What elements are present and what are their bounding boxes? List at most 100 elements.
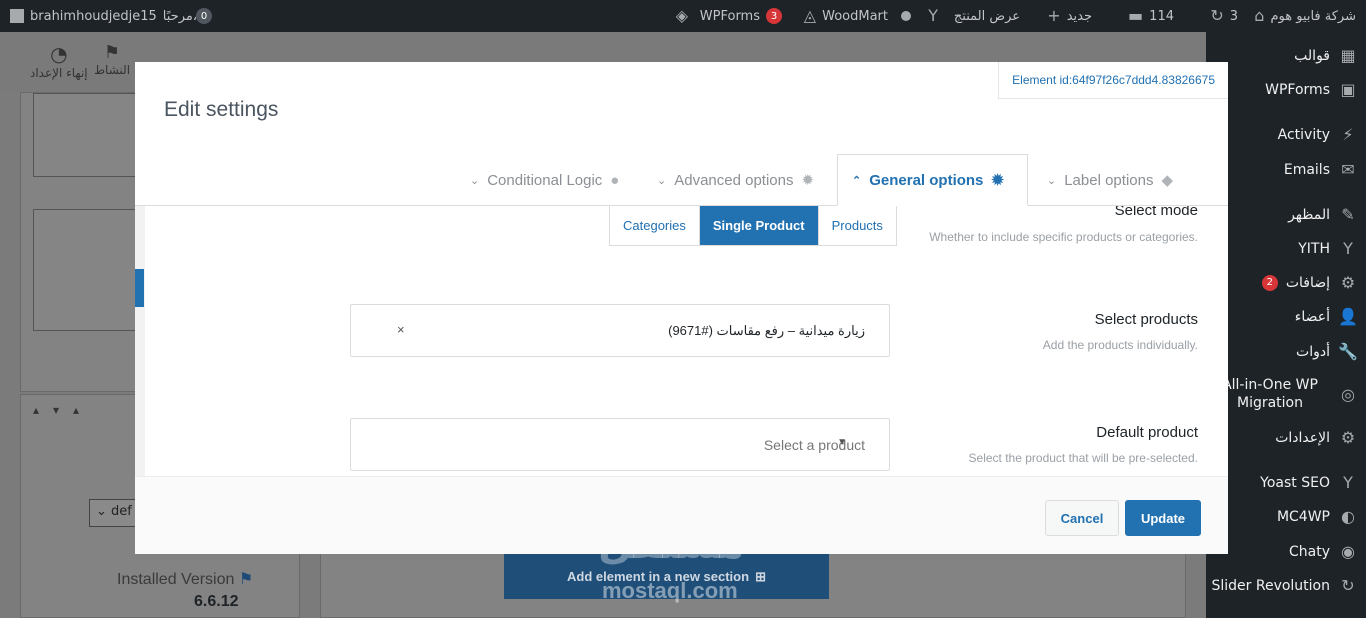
- sidebar-item-2[interactable]: ⚡ Activity: [1206, 125, 1366, 144]
- default-product-placeholder: Select a product: [763, 437, 865, 453]
- yoast-adminbar[interactable]: Y: [928, 0, 938, 32]
- sidebar-item-label: Yoast SEO: [1260, 474, 1330, 491]
- sidebar-item-label: أدوات: [1296, 343, 1330, 360]
- flag-icon: ⚑: [103, 42, 121, 63]
- sidebar-item-6[interactable]: ⚙ إضافات 2: [1206, 273, 1366, 292]
- finish-setup-label: إنهاء الإعداد: [30, 66, 88, 80]
- activity-link[interactable]: ⚑ النشاط: [92, 42, 132, 77]
- caret-down-icon: ▼: [837, 437, 847, 448]
- mail-icon: ✉: [1341, 160, 1355, 179]
- settings-body[interactable]: Select mode Whether to include specific …: [135, 206, 1228, 476]
- new-label: جديد: [1066, 8, 1092, 24]
- adminbar-site[interactable]: ⌂ شركة فابيو هوم: [1254, 0, 1356, 32]
- wpforms-icon: ▣: [1340, 80, 1356, 99]
- tab-general-options-label: General options: [869, 171, 984, 189]
- adminbar-new[interactable]: + جديد: [1047, 0, 1092, 32]
- greeting: مرحبًا،: [162, 8, 198, 24]
- sidebar-item-12[interactable]: ◐ MC4WP: [1206, 507, 1366, 526]
- modal-footer: Cancel Update: [135, 476, 1228, 554]
- sidebar-item-label: WPForms: [1265, 81, 1330, 98]
- brush-icon: ✎: [1341, 205, 1355, 224]
- flag-icon: ⚑: [238, 571, 254, 588]
- sidebar-item-1[interactable]: ▣ WPForms: [1206, 80, 1366, 99]
- tab-general-options[interactable]: ⌃ General options ✹: [837, 154, 1028, 206]
- mode-single-product[interactable]: Single Product: [699, 206, 819, 245]
- chevron-up-icon: ⌃: [852, 174, 862, 187]
- sidebar-item-9[interactable]: ◎ All-in-One WP Migration: [1206, 376, 1366, 412]
- adminbar-account[interactable]: brahimhoudjedje15 مرحبًا،: [10, 0, 197, 32]
- home-icon: ⌂: [1254, 6, 1265, 25]
- adminbar-diamond[interactable]: ◈: [676, 0, 688, 32]
- sidebar-item-0[interactable]: ▦ قوالب: [1206, 46, 1366, 65]
- mode-categories[interactable]: Categories: [610, 206, 700, 245]
- yoast-icon: Y: [1343, 473, 1353, 492]
- status-dot-icon: [901, 11, 911, 21]
- chevron-down-icon: ⌄: [470, 174, 480, 187]
- adminbar-updates[interactable]: ↻ 3: [1210, 0, 1238, 32]
- settings-icon: ⚙: [1340, 428, 1356, 447]
- sidebar-item-7[interactable]: 👤 أعضاء: [1206, 307, 1366, 326]
- sidebar-item-3[interactable]: ✉ Emails: [1206, 160, 1366, 179]
- default-product-select[interactable]: Select a product ▼: [350, 418, 890, 471]
- left-strip: [135, 206, 145, 476]
- sidebar-item-label: MC4WP: [1276, 508, 1330, 525]
- installed-version-text: Installed Version: [117, 571, 235, 588]
- chevron-down-icon: ⌄: [1047, 174, 1057, 187]
- tab-label-options[interactable]: ⌄ Label options ◆: [1047, 154, 1173, 206]
- select-mode-description: Whether to include specific products or …: [929, 230, 1198, 244]
- yith-icon: Y: [1343, 239, 1353, 258]
- sidebar-item-label: Chaty: [1288, 543, 1330, 560]
- tag-icon: ◆: [1161, 172, 1174, 189]
- adminbar-woodmart[interactable]: ◬ WoodMart: [804, 0, 888, 32]
- sidebar-item-label: YITH: [1298, 240, 1330, 257]
- sidebar-item-label: الإعدادات: [1275, 429, 1330, 446]
- admin-sidebar: ▦ قوالب ▣ WPForms ⚡ Activity ✉ Emails ✎ المظهر Y YI…: [1206, 32, 1366, 618]
- panel-arrows[interactable]: ▴▾▴: [33, 403, 93, 417]
- sidebar-item-8[interactable]: 🔧 أدوات: [1206, 342, 1366, 361]
- watermark-latin: mostaql.com: [602, 578, 738, 603]
- tab-label-options-label: Label options: [1064, 171, 1154, 189]
- select-products-description: Add the products individually.: [1042, 338, 1198, 352]
- tab-conditional-logic-label: Conditional Logic: [487, 171, 603, 189]
- adminbar-view-product[interactable]: عرض المنتج: [954, 0, 1020, 32]
- plus-icon: +: [1047, 6, 1061, 25]
- installed-version-value: 6.6.12: [194, 593, 239, 610]
- select-value: def: [111, 504, 132, 519]
- tab-advanced-options[interactable]: ⌄ Advanced options ✹: [657, 154, 814, 206]
- sidebar-item-label: Emails: [1283, 161, 1330, 178]
- sidebar-item-13[interactable]: ◉ Chaty: [1206, 542, 1366, 561]
- sidebar-item-11[interactable]: Y Yoast SEO: [1206, 473, 1366, 492]
- edit-settings-modal: Edit settings Element id:64f97f26c7ddd4.…: [135, 62, 1228, 554]
- lightbulb-icon: ●: [610, 171, 620, 189]
- sidebar-item-14[interactable]: ↻ Slider Revolution: [1206, 576, 1366, 595]
- sidebar-item-label: قوالب: [1294, 47, 1330, 64]
- updates-count: 3: [1229, 8, 1238, 24]
- gear-icon: ✹: [801, 172, 815, 189]
- diamond-icon: ◈: [675, 6, 688, 25]
- sidebar-item-5[interactable]: Y YITH: [1206, 239, 1366, 258]
- refresh-icon: ↻: [1210, 6, 1224, 25]
- sidebar-item-10[interactable]: ⚙ الإعدادات: [1206, 428, 1366, 447]
- cancel-button[interactable]: Cancel: [1045, 500, 1119, 536]
- mode-products[interactable]: Products: [818, 206, 896, 245]
- username: brahimhoudjedje15: [30, 8, 157, 24]
- view-product-label: عرض المنتج: [953, 8, 1020, 24]
- finish-setup[interactable]: ◔ إنهاء الإعداد: [30, 42, 88, 80]
- chevron-down-icon: ⌄: [657, 174, 667, 187]
- sidebar-item-label: Activity: [1277, 126, 1330, 143]
- left-accent-bar: [135, 269, 144, 307]
- select-products-field[interactable]: زيارة ميدانية – رفع مقاسات (#9671) ×: [350, 304, 890, 357]
- comment-icon: ▬: [1128, 6, 1144, 25]
- sidebar-item-4[interactable]: ✎ المظهر: [1206, 205, 1366, 224]
- user-icon: 👤: [1338, 307, 1358, 326]
- default-product-description: Select the product that will be pre-sele…: [968, 451, 1198, 465]
- site-name: شركة فابيو هوم: [1270, 8, 1356, 24]
- tab-conditional-logic[interactable]: ⌄ Conditional Logic ●: [470, 154, 619, 206]
- update-button[interactable]: Update: [1125, 500, 1201, 536]
- adminbar-notifications[interactable]: 0: [196, 0, 212, 32]
- woodmart-label: WoodMart: [822, 8, 888, 24]
- remove-product-button[interactable]: ×: [397, 322, 405, 337]
- sidebar-item-label: أعضاء: [1294, 308, 1330, 325]
- adminbar-wpforms[interactable]: WPForms 3: [700, 0, 782, 32]
- adminbar-comments[interactable]: ▬ 114: [1128, 0, 1174, 32]
